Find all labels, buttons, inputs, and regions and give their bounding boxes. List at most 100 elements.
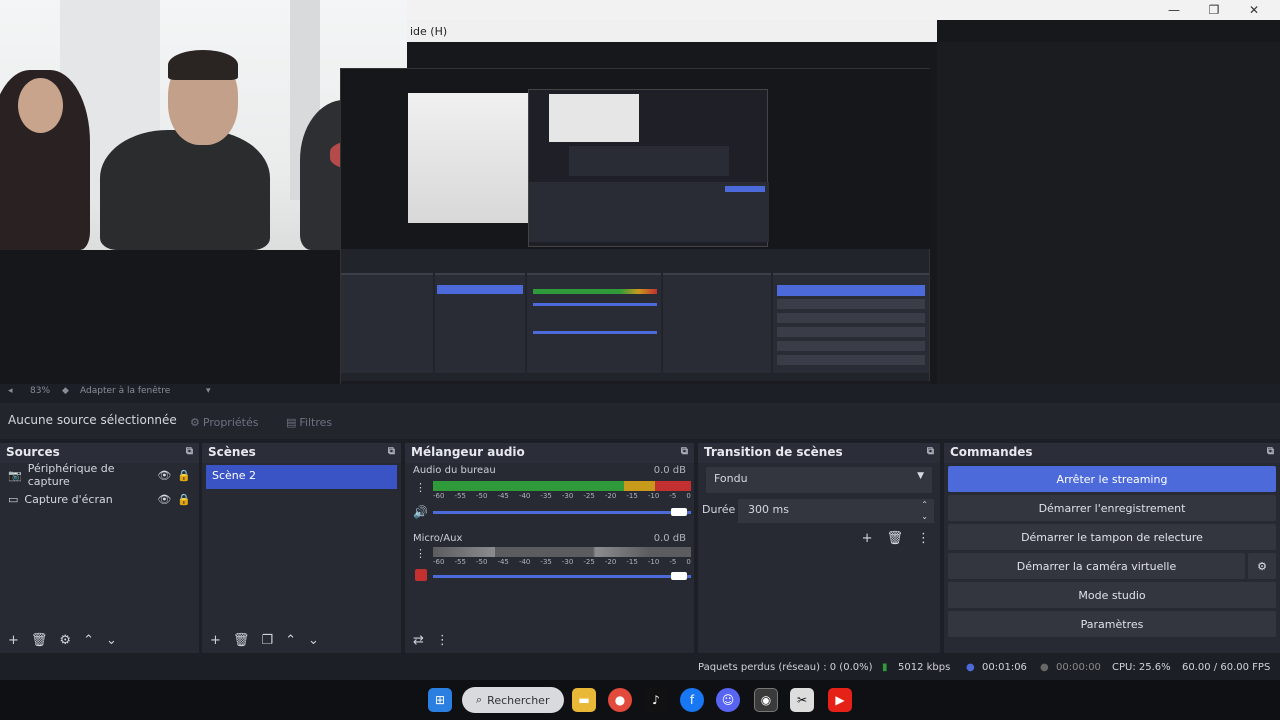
- undock-icon[interactable]: ⧉: [388, 446, 395, 457]
- camera-icon: 📷: [8, 468, 22, 482]
- canvas-scale[interactable]: 83%: [30, 386, 50, 396]
- gear-icon[interactable]: ⚙: [1248, 553, 1276, 579]
- stop-streaming-button[interactable]: Arrêter le streaming: [948, 466, 1276, 492]
- gear-icon[interactable]: ⚙: [59, 633, 71, 648]
- eye-icon[interactable]: 👁: [157, 493, 171, 506]
- source-item[interactable]: 📷 Périphérique de capture 👁 🔒: [0, 462, 199, 488]
- tiktok-icon[interactable]: ♪: [644, 688, 668, 712]
- lock-icon[interactable]: 🔒: [177, 493, 191, 506]
- trash-icon[interactable]: 🗑: [233, 633, 250, 648]
- scene-item[interactable]: Scène 2: [206, 465, 397, 489]
- add-icon[interactable]: +: [862, 531, 873, 546]
- meter-ticks: -60 -55 -50 -45 -40 -35 -30 -25 -20 -15 -10 -5 0: [433, 492, 691, 500]
- fit-to-window[interactable]: Adapter à la fenêtre: [80, 386, 170, 396]
- add-icon[interactable]: +: [8, 633, 19, 648]
- transition-select[interactable]: Fondu ▼: [706, 467, 932, 493]
- add-icon[interactable]: +: [210, 633, 221, 648]
- transitions-dock: Transition de scènes ⧉ Fondu ▼ Durée 300 …: [698, 443, 940, 653]
- chevron-up-icon[interactable]: ⌃: [285, 633, 296, 648]
- speaker-icon[interactable]: 🔊: [413, 505, 428, 519]
- duration-row: Durée 300 ms ⌃ ⌄: [698, 497, 940, 525]
- discord-icon[interactable]: ☺: [716, 688, 740, 712]
- chevron-up-icon[interactable]: ⌃: [83, 633, 94, 648]
- monitor-icon: ▭: [8, 492, 19, 506]
- volume-slider[interactable]: [433, 511, 691, 514]
- sources-title: Sources: [6, 445, 60, 459]
- preview-toolbar: ◂ 83% ◆ Adapter à la fenêtre ▾: [0, 384, 1280, 400]
- chevron-down-icon[interactable]: ⌄: [308, 633, 319, 648]
- mixer-title: Mélangeur audio: [411, 445, 525, 459]
- duration-label: Durée: [702, 503, 736, 516]
- undock-icon[interactable]: ⧉: [186, 446, 193, 457]
- dropped-frames: Paquets perdus (réseau) : 0 (0.0%): [698, 662, 873, 673]
- trash-icon[interactable]: 🗑: [886, 531, 903, 546]
- meter-ticks: -60 -55 -50 -45 -40 -35 -30 -25 -20 -15 -10 -5 0: [433, 558, 691, 566]
- windows-start-icon[interactable]: ⊞: [428, 688, 452, 712]
- kebab-menu-icon[interactable]: ⋮: [917, 531, 930, 546]
- fps: 60.00 / 60.00 FPS: [1182, 662, 1271, 673]
- bitrate: 5012 kbps: [898, 662, 951, 673]
- studio-mode-button[interactable]: Mode studio: [948, 582, 1276, 608]
- record-icon: ●: [1040, 662, 1049, 673]
- sources-dock: Sources ⧉ 📷 Périphérique de capture 👁 🔒 ▭…: [0, 443, 199, 653]
- gear-icon: ⚙: [190, 415, 200, 429]
- folder-icon[interactable]: ▬: [572, 688, 596, 712]
- chevron-down-icon[interactable]: ▾: [206, 386, 211, 396]
- spin-icon[interactable]: ⌃ ⌄: [921, 499, 928, 523]
- level-meter: [433, 547, 691, 557]
- kebab-menu-icon[interactable]: ⋮: [415, 547, 426, 560]
- preview-canvas[interactable]: ide (H): [0, 0, 1280, 400]
- record-time: 00:00:00: [1056, 662, 1101, 673]
- controls-dock: Commandes ⧉ Arrêter le streaming Démarrer…: [944, 443, 1280, 653]
- volume-knob[interactable]: [671, 508, 687, 516]
- no-source-label: Aucune source sélectionnée: [8, 413, 177, 427]
- undock-icon[interactable]: ⧉: [927, 446, 934, 457]
- kebab-menu-icon[interactable]: ⋮: [415, 481, 426, 494]
- channel-name: Micro/Aux: [413, 533, 463, 544]
- start-recording-button[interactable]: Démarrer l'enregistrement: [948, 495, 1276, 521]
- chrome-icon[interactable]: ●: [608, 688, 632, 712]
- filters-button[interactable]: ▤ Filtres: [280, 411, 338, 433]
- mixer-channel: Audio du bureau 0.0 dB ⋮ -60 -55 -50 -45 -40…: [405, 463, 694, 531]
- undock-icon[interactable]: ⧉: [681, 446, 688, 457]
- youtube-icon[interactable]: ▶: [828, 688, 852, 712]
- close-icon[interactable]: ✕: [1234, 0, 1274, 20]
- kebab-menu-icon[interactable]: ⋮: [436, 633, 449, 648]
- windows-taskbar: ⊞ ⌕ Rechercher ▬ ● ♪ f ☺ ◉ ✂ ▶: [0, 680, 1280, 720]
- scenes-title: Scènes: [208, 445, 256, 459]
- volume-knob[interactable]: [671, 572, 687, 580]
- signal-icon: ▮: [882, 662, 888, 673]
- virtual-camera-button[interactable]: Démarrer la caméra virtuelle: [948, 553, 1245, 579]
- cpu-usage: CPU: 25.6%: [1112, 662, 1171, 673]
- filter-icon: ▤: [286, 415, 297, 429]
- replay-buffer-button[interactable]: Démarrer le tampon de relecture: [948, 524, 1276, 550]
- source-item[interactable]: ▭ Capture d'écran 👁 🔒: [0, 487, 199, 511]
- capcut-icon[interactable]: ✂: [790, 688, 814, 712]
- eye-icon[interactable]: 👁: [157, 469, 171, 482]
- stream-time: 00:01:06: [982, 662, 1027, 673]
- taskbar-search[interactable]: ⌕ Rechercher: [462, 687, 564, 713]
- duration-input[interactable]: 300 ms ⌃ ⌄: [738, 499, 934, 523]
- stream-icon: ●: [966, 662, 975, 673]
- properties-bar: Aucune source sélectionnée ⚙ Propriétés ▤…: [0, 403, 1280, 439]
- audio-mixer-dock: Mélangeur audio ⧉ Audio du bureau 0.0 dB …: [405, 443, 694, 653]
- properties-button[interactable]: ⚙ Propriétés: [184, 411, 264, 433]
- nested-window-title: ide (H): [407, 20, 937, 42]
- volume-slider[interactable]: [433, 575, 691, 578]
- trash-icon[interactable]: 🗑: [31, 633, 48, 648]
- controls-title: Commandes: [950, 445, 1033, 459]
- maximize-icon[interactable]: ❐: [1194, 0, 1234, 20]
- obs-icon[interactable]: ◉: [754, 688, 778, 712]
- mute-icon[interactable]: [415, 569, 427, 581]
- mixer-channel: Micro/Aux 0.0 dB ⋮ -60 -55 -50 -45 -40 -35 -30…: [405, 531, 694, 599]
- link-icon[interactable]: ⇄: [413, 633, 424, 648]
- copy-icon[interactable]: ❐: [261, 633, 273, 648]
- facebook-icon[interactable]: f: [680, 688, 704, 712]
- scenes-dock: Scènes ⧉ Scène 2 + 🗑 ❐ ⌃ ⌄: [202, 443, 401, 653]
- undock-icon[interactable]: ⧉: [1267, 446, 1274, 457]
- settings-button[interactable]: Paramètres: [948, 611, 1276, 637]
- transitions-title: Transition de scènes: [704, 445, 843, 459]
- lock-icon[interactable]: 🔒: [177, 469, 191, 482]
- minimize-icon[interactable]: —: [1154, 0, 1194, 20]
- chevron-down-icon[interactable]: ⌄: [106, 633, 117, 648]
